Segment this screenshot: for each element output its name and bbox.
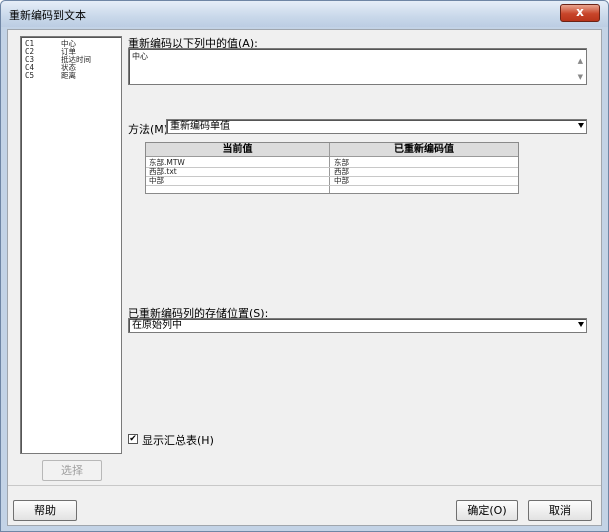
- cancel-button[interactable]: 取消: [528, 500, 592, 521]
- method-dropdown[interactable]: 重新编码单值: [166, 119, 587, 134]
- window-title: 重新编码到文本: [9, 9, 86, 22]
- table-cell[interactable]: 东部: [334, 159, 349, 167]
- row-divider: [146, 185, 518, 186]
- list-item[interactable]: C5 距离: [25, 71, 121, 80]
- column-current-value: 当前值: [222, 144, 253, 155]
- table-cell[interactable]: 中部: [149, 177, 164, 185]
- table-cell[interactable]: 西部: [334, 168, 349, 176]
- select-button[interactable]: 选择: [42, 460, 102, 481]
- close-button[interactable]: x: [560, 4, 600, 22]
- variable-list[interactable]: C1 中心 C2 订单 C3 抵达时间 C4 状态 C5 距离: [20, 36, 122, 454]
- chevron-down-icon[interactable]: [578, 322, 584, 327]
- summary-label[interactable]: 显示汇总表(H): [142, 432, 214, 448]
- table-cell[interactable]: 东部.MTW: [149, 159, 185, 167]
- divider: [8, 485, 601, 486]
- table-cell[interactable]: 西部.txt: [149, 168, 177, 176]
- scroll-up-icon[interactable]: ▲: [578, 57, 583, 65]
- storage-selected: 在原始列中: [132, 320, 182, 331]
- column-recoded-value: 已重新编码值: [394, 144, 454, 155]
- chevron-down-icon[interactable]: [578, 123, 584, 128]
- recode-to-text-dialog: 重新编码到文本 x C1 中心 C2 订单 C3 抵达时间 C4 状态 C5 距…: [0, 0, 609, 532]
- title-bar: 重新编码到文本 x: [1, 1, 608, 27]
- recode-table[interactable]: 当前值 已重新编码值 东部.MTW 东部 西部.txt 西部 中部 中部: [145, 142, 519, 194]
- method-selected: 重新编码单值: [170, 121, 230, 132]
- summary-checkbox[interactable]: ✔: [128, 434, 138, 444]
- dialog-body: C1 中心 C2 订单 C3 抵达时间 C4 状态 C5 距离 选择 重新编码以…: [7, 29, 602, 526]
- recode-values-input[interactable]: 中心 ▲ ▼: [128, 48, 587, 85]
- help-button[interactable]: 帮助: [13, 500, 77, 521]
- recode-values-text: 中心: [132, 52, 148, 61]
- scroll-down-icon[interactable]: ▼: [578, 73, 583, 81]
- variable-name: 距离: [61, 71, 76, 80]
- storage-dropdown[interactable]: 在原始列中: [128, 318, 587, 333]
- row-divider: [146, 167, 518, 168]
- table-header: 当前值 已重新编码值: [146, 143, 518, 157]
- row-divider: [146, 176, 518, 177]
- table-cell[interactable]: 中部: [334, 177, 349, 185]
- ok-button[interactable]: 确定(O): [456, 500, 518, 521]
- variable-code: C5: [25, 71, 35, 80]
